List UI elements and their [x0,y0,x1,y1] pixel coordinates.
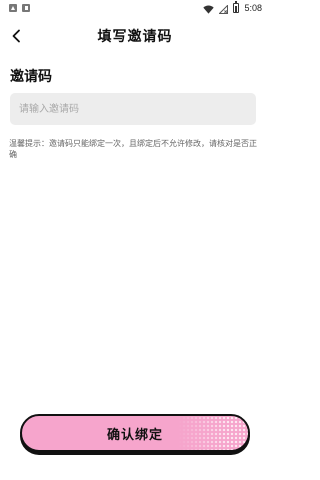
status-bar: 5:08 [0,0,270,16]
invite-code-input[interactable] [10,93,256,125]
chevron-left-icon[interactable] [6,25,26,47]
wifi-icon [203,0,215,18]
button-dot-pattern [178,416,248,450]
confirm-bind-label: 确认绑定 [106,427,163,443]
status-system: 5:08 [203,0,262,18]
invite-code-label: 邀请码 [10,69,52,85]
status-notifications [9,4,30,12]
page-title: 填写邀请码 [97,29,173,45]
notification-icon [22,4,30,12]
invite-code-screen: 5:08 填写邀请码 邀请码 温馨提示：邀请码只能绑定一次，且绑定后不允许修改，… [0,0,270,480]
hint-text: 温馨提示：邀请码只能绑定一次，且绑定后不允许修改，请核对是否正确 [9,139,257,159]
battery-icon [233,1,240,13]
no-signal-icon [218,0,229,18]
confirm-bind-button[interactable]: 确认绑定 [20,414,250,452]
notification-icon [9,4,17,12]
status-time: 5:08 [244,3,262,13]
app-header: 填写邀请码 [0,20,270,52]
